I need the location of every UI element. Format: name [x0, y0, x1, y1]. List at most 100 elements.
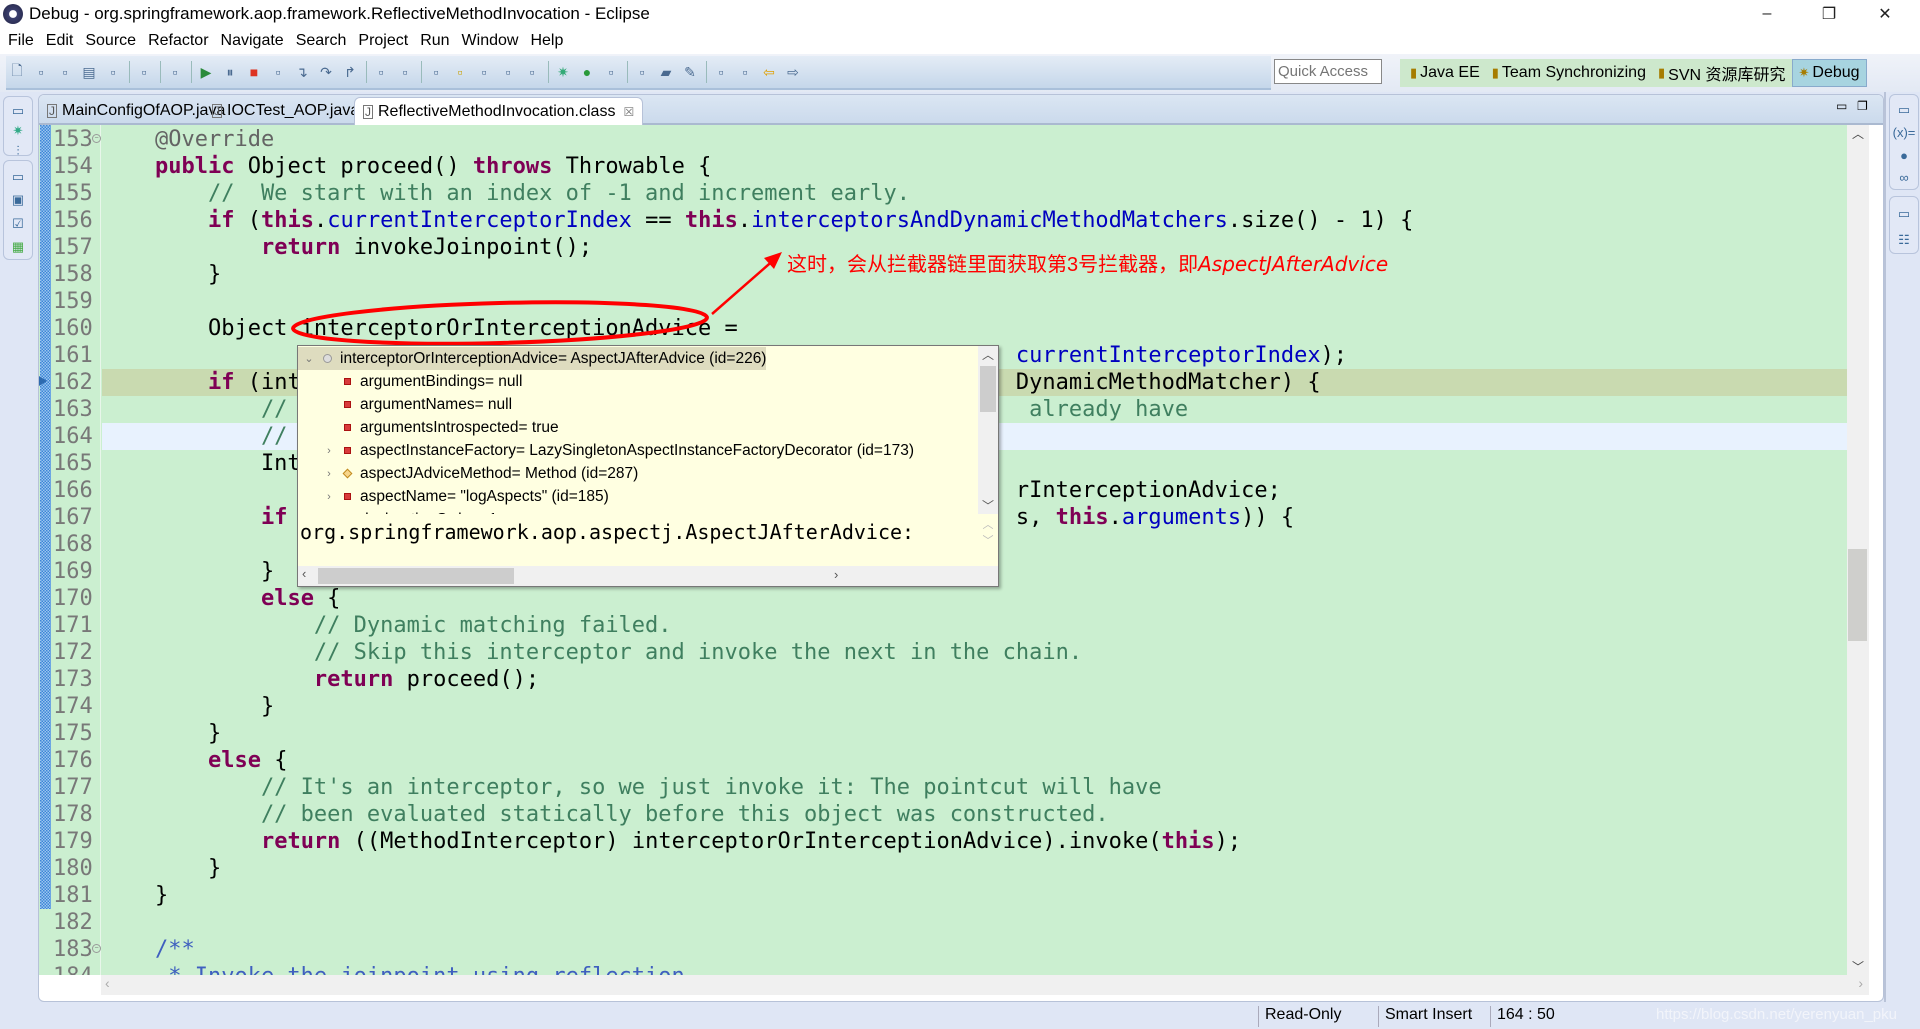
perspective-svn[interactable]: ▮ SVN 资源库研究 — [1652, 59, 1792, 87]
open-type-icon[interactable]: ▫ — [631, 61, 653, 83]
breakpoints-view-icon[interactable]: ● — [1893, 146, 1915, 165]
save-icon[interactable]: ▤ — [78, 61, 100, 83]
tree-item[interactable]: ⌄ interceptorOrInterceptionAdvice= Aspect… — [298, 347, 767, 370]
popup-scroll-thumb[interactable] — [318, 568, 514, 584]
expand-arrow-icon[interactable]: › — [318, 468, 340, 480]
disconnect-icon[interactable]: ▫ — [267, 61, 289, 83]
word-wrap-icon[interactable]: ▫ — [497, 61, 519, 83]
prev-annotation-icon[interactable]: ▫ — [734, 61, 756, 83]
scroll-left-icon[interactable]: ‹ — [302, 566, 306, 581]
tree-item[interactable]: argumentBindings= null — [318, 370, 522, 393]
run-icon[interactable]: ● — [576, 61, 598, 83]
drop-to-frame-icon[interactable]: ▫ — [370, 61, 392, 83]
open-folder-icon[interactable]: ▰ — [655, 61, 677, 83]
toggle-breakpoint-icon[interactable]: ▫ — [425, 61, 447, 83]
outline-view-icon[interactable]: ☷ — [1893, 229, 1915, 251]
new-dropdown-icon[interactable]: ▫ — [30, 61, 52, 83]
detail-scrollbar[interactable]: ︿ ﹀ — [978, 516, 998, 566]
horizontal-scrollbar[interactable]: ‹ › — [101, 975, 1869, 995]
scroll-right-icon[interactable]: › — [834, 567, 838, 582]
tree-scroll-thumb[interactable] — [980, 366, 996, 412]
tab-ioctest-aop-java[interactable]: J IOCTest_AOP.java — [204, 97, 367, 125]
menu-help[interactable]: Help — [528, 32, 571, 50]
new-wizard-icon[interactable]: ▫ — [54, 61, 76, 83]
external-tools-icon[interactable]: ▫ — [600, 61, 622, 83]
restore-icon[interactable]: ▭ — [7, 103, 29, 119]
tab-reflectivemethodinvocation-class[interactable]: J ReflectiveMethodInvocation.class ☒ — [354, 97, 644, 125]
tasks-view-icon[interactable]: ☑ — [7, 214, 29, 234]
fold-toggle-icon[interactable]: − — [92, 944, 101, 953]
debug-icon[interactable]: ✷ — [552, 61, 574, 83]
show-whitespace-icon[interactable]: ▫ — [521, 61, 543, 83]
expand-arrow-icon[interactable]: › — [318, 445, 340, 457]
menu-window[interactable]: Window — [460, 32, 527, 50]
expand-arrow-icon[interactable]: › — [318, 491, 340, 503]
tree-scrollbar[interactable]: ︿ ﹀ — [978, 346, 998, 514]
tree-item[interactable]: argumentNames= null — [318, 393, 512, 416]
mark-occurrences-icon[interactable]: ▫ — [449, 61, 471, 83]
perspective-team[interactable]: ▮ Team Synchronizing — [1486, 59, 1652, 87]
terminate-icon[interactable]: ■ — [243, 61, 265, 83]
toggle-block-icon[interactable]: ▫ — [473, 61, 495, 83]
terminal-icon[interactable]: ▫ — [133, 61, 155, 83]
perspective-java[interactable]: ▮ Java EE — [1404, 59, 1486, 87]
restore-icon[interactable]: ▭ — [1893, 203, 1915, 225]
menu-search[interactable]: Search — [294, 32, 355, 50]
tree-item[interactable]: argumentsIntrospected= true — [318, 416, 559, 439]
skip-breakpoints-icon[interactable]: ▫ — [164, 61, 186, 83]
close-button[interactable]: ✕ — [1862, 2, 1908, 26]
step-over-icon[interactable]: ↷ — [315, 61, 337, 83]
restore-icon[interactable]: ▭ — [1893, 101, 1915, 120]
debug-view-icon[interactable]: ✷ — [7, 123, 29, 139]
tree-item[interactable]: declarationOrder= 1 — [318, 508, 497, 515]
minimize-view-icon[interactable]: ▭ — [1836, 99, 1847, 113]
menu-source[interactable]: Source — [83, 32, 144, 50]
scroll-up-icon[interactable]: ︿ — [978, 346, 998, 363]
fold-toggle-icon[interactable]: − — [92, 134, 101, 143]
expand-arrow-icon[interactable]: ⌄ — [298, 352, 320, 365]
tree-item[interactable]: › aspectName= "logAspects" (id=185) — [318, 485, 609, 508]
resume-icon[interactable]: ▶ — [195, 61, 217, 83]
menu-refactor[interactable]: Refactor — [146, 32, 216, 50]
servers-view-icon[interactable]: ⫶ — [7, 143, 29, 159]
table-view-icon[interactable]: ▦ — [7, 238, 29, 258]
next-annotation-icon[interactable]: ▫ — [710, 61, 732, 83]
menu-edit[interactable]: Edit — [44, 32, 82, 50]
step-return-icon[interactable]: ↱ — [339, 61, 361, 83]
quick-access-input[interactable] — [1274, 59, 1382, 84]
console-view-icon[interactable]: ▣ — [7, 191, 29, 211]
menu-navigate[interactable]: Navigate — [219, 32, 292, 50]
restore-icon[interactable]: ▭ — [7, 167, 29, 187]
use-step-filters-icon[interactable]: ▫ — [394, 61, 416, 83]
overview-ruler[interactable] — [1869, 125, 1883, 975]
scroll-right-icon[interactable]: › — [1858, 975, 1863, 991]
variable-tree[interactable]: ⌄ interceptorOrInterceptionAdvice= Aspect… — [298, 346, 978, 514]
scroll-down-icon[interactable]: ﹀ — [978, 497, 998, 514]
forward-icon[interactable]: ⇨ — [782, 61, 804, 83]
menu-project[interactable]: Project — [356, 32, 416, 50]
menu-file[interactable]: File — [6, 32, 42, 50]
minimize-button[interactable]: – — [1744, 2, 1790, 26]
maximize-view-icon[interactable]: ❐ — [1857, 99, 1868, 113]
detail-pane[interactable]: org.springframework.aop.aspectj.AspectJA… — [298, 516, 978, 566]
close-tab-icon[interactable]: ☒ — [623, 105, 634, 119]
perspective-debug[interactable]: ✷ Debug — [1791, 59, 1867, 87]
popup-horizontal-scrollbar[interactable]: ‹ › — [298, 566, 998, 586]
scroll-down-icon[interactable]: ﹀ — [1847, 958, 1869, 975]
vertical-scrollbar[interactable]: ︿ ﹀ — [1847, 125, 1869, 975]
menu-run[interactable]: Run — [418, 32, 457, 50]
suspend-icon[interactable]: ⏸ — [219, 61, 241, 83]
restore-button[interactable]: ❐ — [1806, 2, 1852, 26]
new-icon[interactable]: 🗋 — [6, 61, 28, 83]
tree-item[interactable]: › aspectInstanceFactory= LazySingletonAsp… — [318, 439, 914, 462]
step-into-icon[interactable]: ↴ — [291, 61, 313, 83]
scroll-up-icon[interactable]: ︿ — [1847, 125, 1869, 142]
scroll-left-icon[interactable]: ‹ — [105, 975, 110, 991]
search-icon[interactable]: ✎ — [679, 61, 701, 83]
vertical-scroll-thumb[interactable] — [1848, 549, 1867, 641]
variables-view-icon[interactable]: (x)= — [1893, 124, 1916, 143]
tree-item[interactable]: › aspectJAdviceMethod= Method (id=287) — [318, 462, 638, 485]
expressions-view-icon[interactable]: ∞ — [1893, 169, 1915, 188]
save-all-icon[interactable]: ▫ — [102, 61, 124, 83]
back-icon[interactable]: ⇦ — [758, 61, 780, 83]
